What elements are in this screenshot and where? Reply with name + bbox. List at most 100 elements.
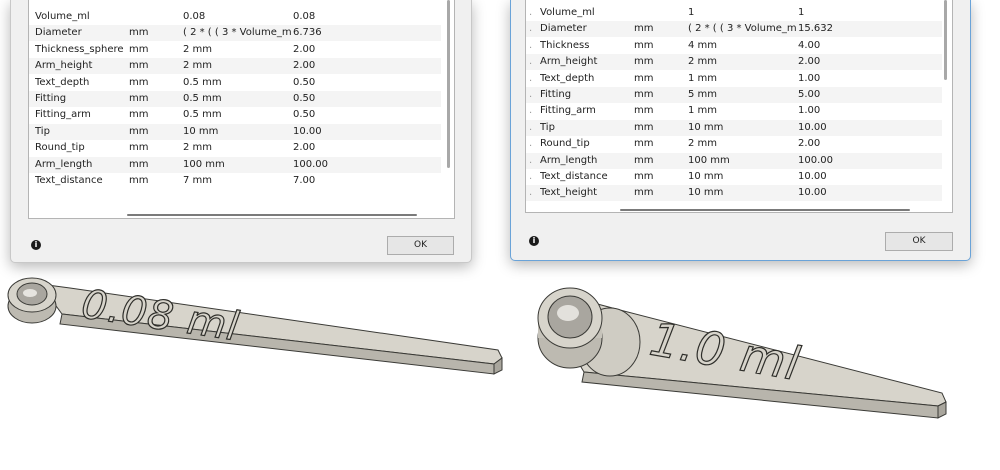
- row-tree-marker: .: [529, 72, 533, 84]
- info-icon[interactable]: i: [529, 236, 539, 246]
- parameter-expression: 100 mm: [688, 154, 730, 166]
- parameter-name: Text_depth: [35, 76, 90, 88]
- parameter-row[interactable]: Arm_length mm 100 mm 100.00: [29, 156, 441, 173]
- parameter-name: Arm_height: [540, 56, 598, 68]
- parameter-unit: mm: [129, 43, 149, 55]
- parameter-value: 0.08: [293, 11, 316, 22]
- parameter-unit: mm: [129, 158, 149, 170]
- parameter-value: 10.00: [798, 171, 827, 182]
- parameter-row[interactable]: Diameter mm ( 2 * ( ( 3 * Volume_ml...6.73…: [29, 25, 441, 42]
- parameter-value: 10.00: [798, 121, 827, 133]
- parameter-row[interactable]: Fitting_arm mm 0.5 mm 0.50: [29, 107, 441, 123]
- parameter-unit: mm: [129, 93, 149, 104]
- parameters-table-right: . Volume_ml 1 1 . Diameter mm ( 2 * ( ( 3 * Vol…: [525, 0, 953, 213]
- parameter-expression: 2 mm: [183, 43, 213, 55]
- parameter-value: 10.00: [798, 187, 827, 199]
- parameter-row[interactable]: Thickness_sphere mm 2 mm 2.00: [29, 42, 441, 58]
- left-pane: Volume_ml 0.08 0.08 Diameter mm ( 2 * ( ( 3 *…: [0, 0, 505, 470]
- parameter-name: Arm_length: [35, 158, 93, 170]
- parameter-expression: 7 mm: [183, 175, 213, 186]
- parameter-name: Fitting_arm: [35, 109, 91, 121]
- parameter-row[interactable]: . Round_tip mm 2 mm 2.00: [526, 136, 942, 152]
- parameter-name: Fitting: [35, 93, 67, 104]
- parameter-name: Thickness: [540, 39, 590, 51]
- parameters-dialog-left: Volume_ml 0.08 0.08 Diameter mm ( 2 * ( ( 3 *…: [10, 0, 472, 263]
- parameter-expression: 2 mm: [688, 56, 718, 68]
- parameter-unit: mm: [634, 56, 654, 68]
- parameter-row[interactable]: Arm_height mm 2 mm 2.00: [29, 58, 441, 75]
- row-tree-marker: .: [529, 138, 533, 150]
- parameter-row[interactable]: Tip mm 10 mm 10.00: [29, 123, 441, 140]
- vertical-scrollbar-left[interactable]: [447, 0, 450, 168]
- parameter-value: 2.00: [798, 138, 821, 150]
- parameter-name: Volume_ml: [540, 7, 595, 18]
- parameter-unit: mm: [129, 142, 149, 154]
- parameter-expression: 10 mm: [183, 125, 219, 137]
- parameter-row[interactable]: . Text_distance mm 10 mm 10.00: [526, 169, 942, 185]
- parameter-name: Text_height: [540, 187, 598, 199]
- parameter-name: Text_distance: [35, 175, 103, 186]
- parameter-unit: mm: [129, 125, 149, 137]
- parameter-name: Diameter: [35, 27, 82, 39]
- vertical-scrollbar-right[interactable]: [944, 0, 947, 80]
- parameter-unit: mm: [129, 175, 149, 186]
- parameter-value: 2.00: [798, 56, 821, 68]
- parameter-row[interactable]: . Arm_height mm 2 mm 2.00: [526, 54, 942, 71]
- horizontal-scrollbar-right[interactable]: [620, 209, 910, 211]
- parameter-row[interactable]: . Tip mm 10 mm 10.00: [526, 119, 942, 136]
- parameter-unit: mm: [129, 60, 149, 72]
- parameter-row[interactable]: Volume_ml 0.08 0.08: [29, 9, 441, 25]
- parameters-dialog-right: . Volume_ml 1 1 . Diameter mm ( 2 * ( ( 3 * Vol…: [510, 0, 971, 261]
- parameter-expression: 1: [688, 7, 695, 18]
- parameter-expression: ( 2 * ( ( 3 * Volume_ml...: [183, 27, 291, 39]
- parameter-expression: 0.5 mm: [183, 93, 222, 104]
- parameter-unit: mm: [634, 39, 654, 51]
- row-tree-marker: .: [529, 39, 533, 51]
- parameter-unit: mm: [634, 72, 654, 84]
- parameter-value: 1: [798, 7, 805, 18]
- parameter-value: 10.00: [293, 125, 322, 137]
- parameter-row[interactable]: . Fitting mm 5 mm 5.00: [526, 87, 942, 103]
- ok-button-right[interactable]: OK: [885, 232, 953, 251]
- parameter-unit: mm: [634, 138, 654, 150]
- horizontal-scrollbar-left[interactable]: [127, 214, 417, 216]
- row-tree-marker: .: [529, 7, 533, 18]
- parameter-row[interactable]: . Thickness mm 4 mm 4.00: [526, 38, 942, 54]
- parameter-expression: 10 mm: [688, 187, 724, 199]
- spoon-bowl-highlight: [557, 305, 579, 321]
- parameter-row[interactable]: Text_distance mm 7 mm 7.00: [29, 173, 441, 189]
- parameter-expression: 1 mm: [688, 105, 718, 117]
- parameter-expression: 10 mm: [688, 171, 724, 182]
- parameter-expression: 1 mm: [688, 72, 718, 84]
- ok-button-left[interactable]: OK: [387, 236, 454, 255]
- parameter-value: 0.50: [293, 93, 316, 104]
- parameter-row[interactable]: . Arm_length mm 100 mm 100.00: [526, 152, 942, 169]
- info-icon[interactable]: i: [31, 240, 41, 250]
- spoon-engraved-text-small: 0.08 ml: [79, 281, 243, 350]
- parameter-name: Tip: [540, 121, 555, 133]
- measuring-spoon-model-large: 1.0 ml: [537, 287, 947, 419]
- parameter-expression: 0.5 mm: [183, 76, 222, 88]
- parameter-row[interactable]: . Volume_ml 1 1: [526, 5, 942, 21]
- parameter-value: 4.00: [798, 39, 821, 51]
- parameter-expression: 10 mm: [688, 121, 724, 133]
- row-tree-marker: .: [529, 23, 533, 35]
- parameter-row[interactable]: . Text_depth mm 1 mm 1.00: [526, 71, 942, 87]
- parameter-expression: 4 mm: [688, 39, 718, 51]
- parameter-name: Fitting: [540, 89, 572, 100]
- row-tree-marker: .: [529, 171, 533, 182]
- parameter-value: 2.00: [293, 60, 316, 72]
- parameter-expression: 100 mm: [183, 158, 225, 170]
- parameter-row[interactable]: . Text_height mm 10 mm 10.00: [526, 185, 942, 202]
- parameter-name: Arm_length: [540, 154, 598, 166]
- parameter-row[interactable]: . Diameter mm ( 2 * ( ( 3 * Volume_ml...15.…: [526, 21, 942, 38]
- parameter-unit: mm: [634, 105, 654, 117]
- parameter-row[interactable]: . Fitting_arm mm 1 mm 1.00: [526, 103, 942, 119]
- parameter-row[interactable]: Fitting mm 0.5 mm 0.50: [29, 91, 441, 107]
- parameter-unit: mm: [129, 76, 149, 88]
- parameter-expression: 5 mm: [688, 89, 718, 100]
- parameter-row[interactable]: Round_tip mm 2 mm 2.00: [29, 140, 441, 156]
- parameter-row[interactable]: Text_depth mm 0.5 mm 0.50: [29, 75, 441, 91]
- parameter-unit: mm: [129, 27, 149, 39]
- parameters-table-left: Volume_ml 0.08 0.08 Diameter mm ( 2 * ( ( 3 *…: [28, 0, 455, 219]
